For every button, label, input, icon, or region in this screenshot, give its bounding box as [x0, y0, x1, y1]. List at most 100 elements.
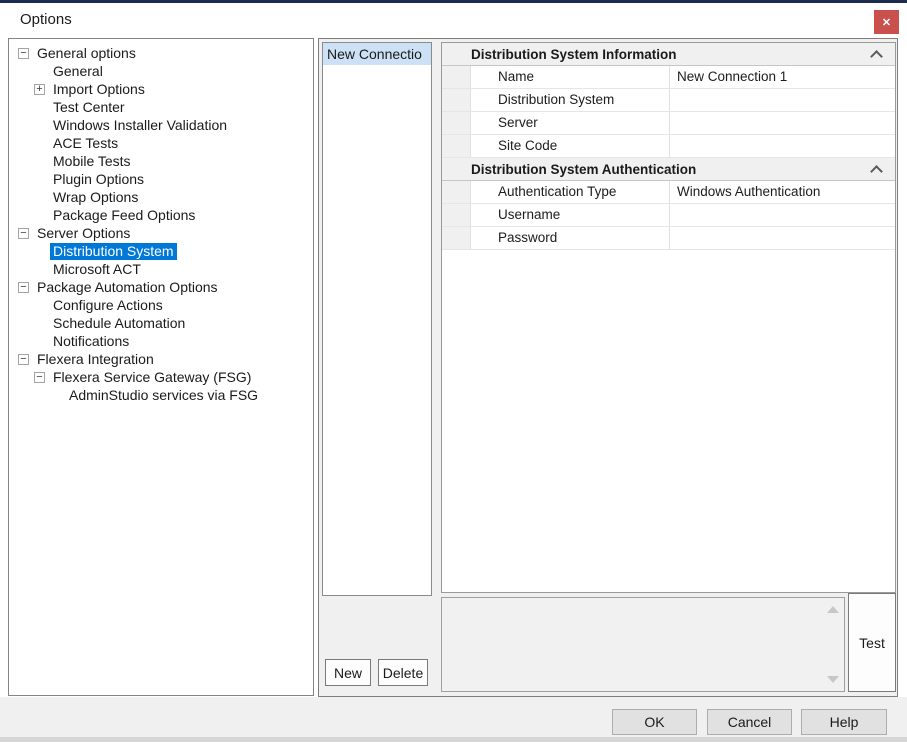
- property-value-field[interactable]: [670, 227, 895, 249]
- tree-item[interactable]: Plugin Options: [9, 170, 313, 188]
- tree-item-label: Windows Installer Validation: [50, 117, 230, 134]
- tree-item-label: Wrap Options: [50, 189, 141, 206]
- options-dialog: Options ✕ −General optionsGeneral+Import…: [0, 0, 907, 742]
- tree-item[interactable]: −Flexera Service Gateway (FSG): [9, 368, 313, 386]
- section-header[interactable]: Distribution System Authentication: [442, 158, 895, 181]
- property-label: Server: [471, 112, 670, 134]
- tree-item-label: Flexera Integration: [34, 351, 157, 368]
- tree-item-label: Notifications: [50, 333, 132, 350]
- tree-item-label: Plugin Options: [50, 171, 147, 188]
- tree-item[interactable]: AdminStudio services via FSG: [9, 386, 313, 404]
- close-button[interactable]: ✕: [874, 10, 899, 34]
- footer: OK Cancel Help: [0, 697, 907, 737]
- tree-item[interactable]: −Server Options: [9, 224, 313, 242]
- options-tree: −General optionsGeneral+Import OptionsTe…: [8, 38, 314, 696]
- tree-item[interactable]: Package Feed Options: [9, 206, 313, 224]
- property-row: Distribution System: [442, 89, 895, 112]
- connection-list[interactable]: New Connectio: [322, 42, 432, 596]
- property-row: NameNew Connection 1: [442, 66, 895, 89]
- delete-button[interactable]: Delete: [378, 659, 428, 686]
- property-value-field[interactable]: [670, 135, 895, 157]
- property-label: Site Code: [471, 135, 670, 157]
- section-title: Distribution System Information: [442, 47, 872, 62]
- property-row: Site Code: [442, 135, 895, 158]
- property-row: Username: [442, 204, 895, 227]
- window-title: Options: [20, 3, 72, 36]
- tree-item[interactable]: General: [9, 62, 313, 80]
- ok-button[interactable]: OK: [612, 709, 697, 735]
- tree-item[interactable]: −General options: [9, 44, 313, 62]
- tree-item[interactable]: Test Center: [9, 98, 313, 116]
- row-gutter: [442, 112, 471, 134]
- property-value-field[interactable]: [670, 204, 895, 226]
- cancel-button[interactable]: Cancel: [707, 709, 792, 735]
- test-button[interactable]: Test: [848, 593, 896, 692]
- tree-item-label: AdminStudio services via FSG: [66, 387, 261, 404]
- tree-item[interactable]: Configure Actions: [9, 296, 313, 314]
- property-label: Username: [471, 204, 670, 226]
- collapse-box-icon[interactable]: −: [18, 282, 29, 293]
- row-gutter: [442, 66, 471, 88]
- property-row: Password: [442, 227, 895, 250]
- property-row: Authentication TypeWindows Authenticatio…: [442, 181, 895, 204]
- tree-item[interactable]: Notifications: [9, 332, 313, 350]
- tree-item[interactable]: Windows Installer Validation: [9, 116, 313, 134]
- tree-item[interactable]: Mobile Tests: [9, 152, 313, 170]
- tree-item-label: Import Options: [50, 81, 148, 98]
- tree-item[interactable]: ACE Tests: [9, 134, 313, 152]
- chevron-up-icon[interactable]: [870, 165, 883, 178]
- expand-box-icon[interactable]: +: [34, 84, 45, 95]
- close-icon: ✕: [882, 16, 891, 29]
- collapse-box-icon[interactable]: −: [18, 354, 29, 365]
- property-value-field[interactable]: [670, 89, 895, 111]
- row-gutter: [442, 135, 471, 157]
- tree-item[interactable]: −Flexera Integration: [9, 350, 313, 368]
- property-label: Distribution System: [471, 89, 670, 111]
- property-value-field[interactable]: Windows Authentication: [670, 181, 895, 203]
- tree-item-label: Package Automation Options: [34, 279, 221, 296]
- new-button[interactable]: New: [325, 659, 371, 686]
- row-gutter: [442, 181, 471, 203]
- collapse-box-icon[interactable]: −: [18, 228, 29, 239]
- collapse-box-icon[interactable]: −: [18, 48, 29, 59]
- window-bottom-edge: [0, 737, 907, 742]
- property-value-field[interactable]: New Connection 1: [670, 66, 895, 88]
- tree-item[interactable]: Microsoft ACT: [9, 260, 313, 278]
- property-row: Server: [442, 112, 895, 135]
- tree-item-label: Test Center: [50, 99, 128, 116]
- property-label: Authentication Type: [471, 181, 670, 203]
- tree-item[interactable]: Wrap Options: [9, 188, 313, 206]
- tree-item-label: Server Options: [34, 225, 133, 242]
- chevron-up-icon[interactable]: [870, 50, 883, 63]
- section-header[interactable]: Distribution System Information: [442, 43, 895, 66]
- row-gutter: [442, 204, 471, 226]
- tree-item-label: Package Feed Options: [50, 207, 198, 224]
- help-button[interactable]: Help: [801, 709, 887, 735]
- tree-item[interactable]: + Import Options: [9, 80, 313, 98]
- tree-item-label: Mobile Tests: [50, 153, 134, 170]
- list-item[interactable]: New Connectio: [323, 43, 431, 65]
- tree-item-label: General: [50, 63, 106, 80]
- scroll-down-icon[interactable]: [827, 676, 839, 683]
- property-value-field[interactable]: [670, 112, 895, 134]
- tree-item[interactable]: −Package Automation Options: [9, 278, 313, 296]
- collapse-box-icon[interactable]: −: [34, 372, 45, 383]
- distribution-system-panel: New Connectio New Delete Distribution Sy…: [318, 38, 898, 697]
- row-gutter: [442, 227, 471, 249]
- tree-item-label: General options: [34, 45, 139, 62]
- tree-item[interactable]: Distribution System: [9, 242, 313, 260]
- tree-item-label: Configure Actions: [50, 297, 166, 314]
- tree-item-label: Schedule Automation: [50, 315, 188, 332]
- titlebar: Options ✕: [0, 3, 907, 38]
- tree-item-label: Microsoft ACT: [50, 261, 144, 278]
- tree-item-label: Flexera Service Gateway (FSG): [50, 369, 254, 386]
- tree-item-label: Distribution System: [50, 243, 177, 260]
- section-title: Distribution System Authentication: [442, 162, 872, 177]
- test-output-box: [441, 597, 845, 692]
- scroll-up-icon[interactable]: [827, 606, 839, 613]
- property-label: Password: [471, 227, 670, 249]
- row-gutter: [442, 89, 471, 111]
- tree-item-label: ACE Tests: [50, 135, 121, 152]
- tree-item[interactable]: Schedule Automation: [9, 314, 313, 332]
- property-grid: Distribution System Information NameNew C…: [441, 42, 896, 593]
